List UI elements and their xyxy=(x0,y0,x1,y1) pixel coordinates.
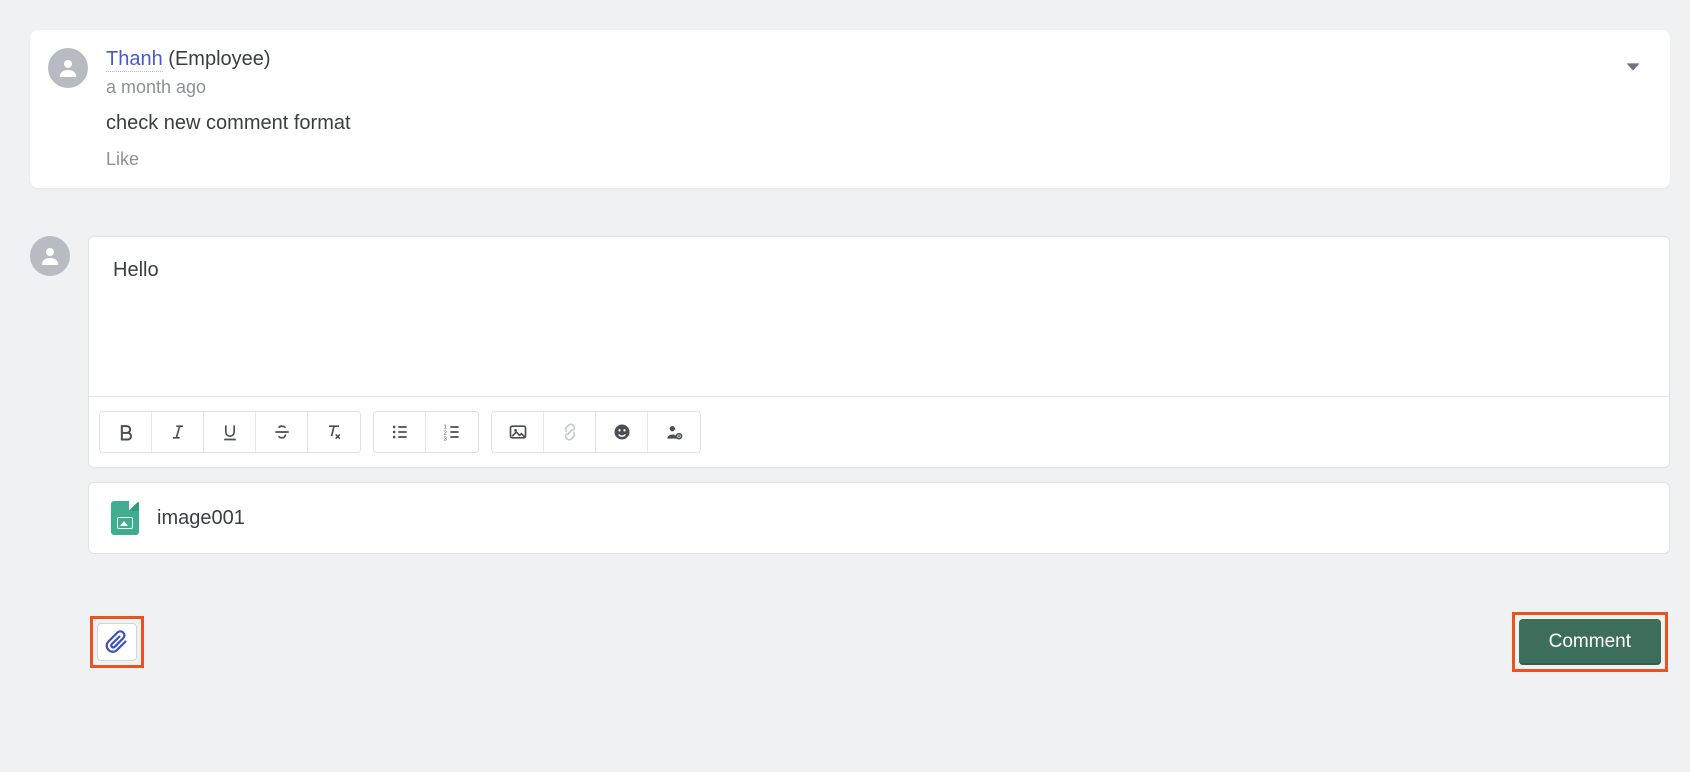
clear-format-icon xyxy=(324,422,344,442)
composer-actions: Comment xyxy=(88,554,1670,672)
mention-icon xyxy=(664,422,684,442)
editor-box: Hello 123 xyxy=(88,236,1670,468)
like-action[interactable]: Like xyxy=(106,149,1642,170)
image-file-icon xyxy=(111,501,139,535)
svg-text:3: 3 xyxy=(444,436,447,442)
submit-highlight: Comment xyxy=(1512,612,1668,672)
author-line: Thanh (Employee) xyxy=(106,48,1642,71)
italic-icon xyxy=(168,422,188,442)
comment-card: Thanh (Employee) a month ago check new c… xyxy=(30,30,1670,188)
bold-icon xyxy=(116,422,136,442)
numbered-list-icon: 123 xyxy=(442,422,462,442)
bullet-list-button[interactable] xyxy=(374,412,426,452)
paperclip-icon xyxy=(105,630,129,654)
attachment-item[interactable]: image001 xyxy=(88,482,1670,554)
strikethrough-icon xyxy=(272,422,292,442)
underline-button[interactable] xyxy=(204,412,256,452)
image-button[interactable] xyxy=(492,412,544,452)
person-icon xyxy=(56,56,80,80)
bold-button[interactable] xyxy=(100,412,152,452)
author-link[interactable]: Thanh xyxy=(106,48,163,72)
person-icon xyxy=(38,244,62,268)
caret-down-icon xyxy=(1622,56,1644,78)
attachment-filename: image001 xyxy=(157,507,245,530)
commenter-avatar xyxy=(48,48,88,88)
current-user-avatar xyxy=(30,236,70,276)
italic-button[interactable] xyxy=(152,412,204,452)
comment-timestamp: a month ago xyxy=(106,77,1642,98)
author-role-text: (Employee) xyxy=(168,48,270,70)
link-button[interactable] xyxy=(544,412,596,452)
composer-row: Hello 123 xyxy=(30,236,1670,672)
clear-format-button[interactable] xyxy=(308,412,360,452)
comment-body-text: check new comment format xyxy=(106,112,1642,135)
link-icon xyxy=(560,422,580,442)
emoji-icon xyxy=(612,422,632,442)
strikethrough-button[interactable] xyxy=(256,412,308,452)
numbered-list-button[interactable]: 123 xyxy=(426,412,478,452)
image-icon xyxy=(508,422,528,442)
comment-editor[interactable]: Hello xyxy=(89,237,1669,397)
attach-file-button[interactable] xyxy=(97,623,137,661)
emoji-button[interactable] xyxy=(596,412,648,452)
underline-icon xyxy=(220,422,240,442)
attach-highlight xyxy=(90,616,144,668)
mention-button[interactable] xyxy=(648,412,700,452)
editor-toolbar: 123 xyxy=(89,397,1669,467)
bullet-list-icon xyxy=(390,422,410,442)
comment-menu-button[interactable] xyxy=(1622,56,1644,83)
submit-comment-button[interactable]: Comment xyxy=(1519,619,1661,665)
